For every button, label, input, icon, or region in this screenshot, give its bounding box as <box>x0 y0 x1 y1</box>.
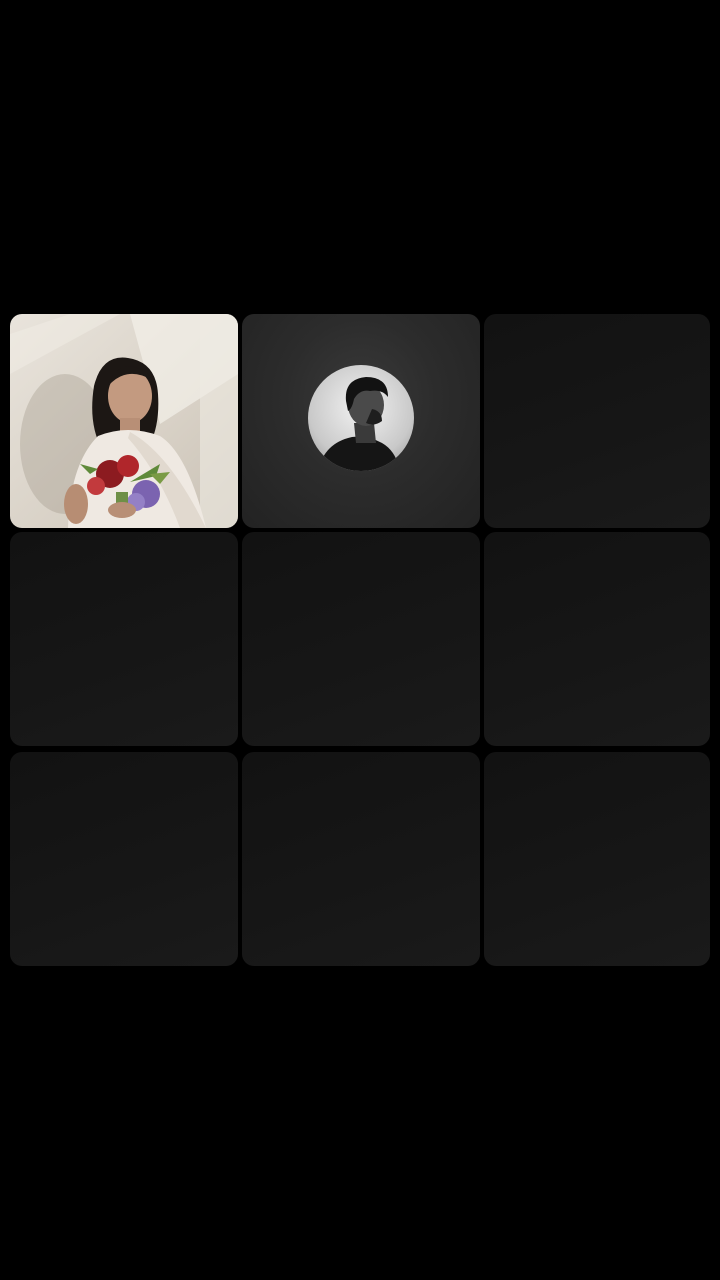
participant-grid <box>10 314 710 966</box>
empty-tile <box>10 752 238 966</box>
participant-tile-video[interactable] <box>10 314 238 528</box>
empty-tile <box>484 314 710 528</box>
participant-video-feed <box>10 314 238 528</box>
empty-tile <box>484 752 710 966</box>
participant-avatar-image <box>308 365 414 471</box>
participant-tile-avatar[interactable] <box>242 314 480 528</box>
empty-tile <box>242 532 480 746</box>
empty-tile <box>242 752 480 966</box>
avatar <box>308 365 414 471</box>
call-screen <box>0 0 720 1280</box>
empty-tile <box>10 532 238 746</box>
empty-tile <box>484 532 710 746</box>
